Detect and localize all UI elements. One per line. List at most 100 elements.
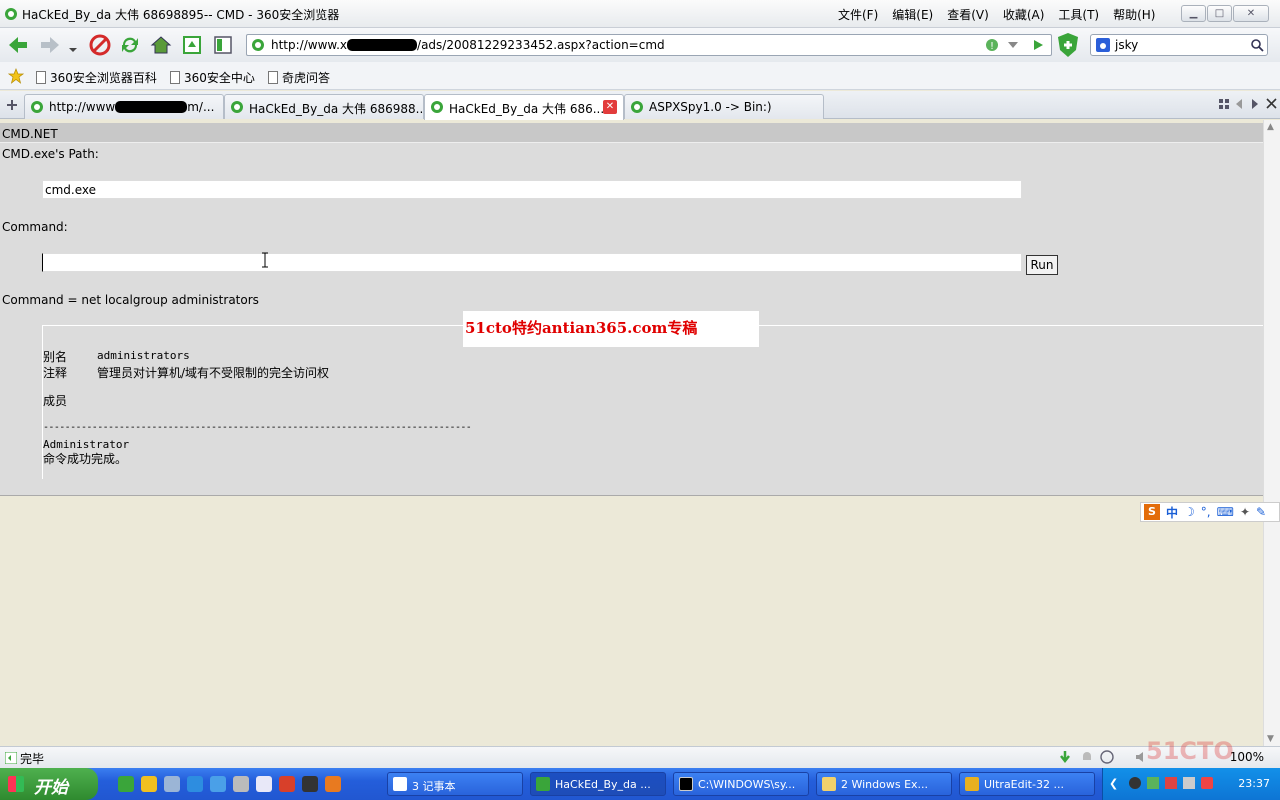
360-guard-icon[interactable] — [1056, 32, 1080, 58]
notification-icon[interactable] — [1080, 750, 1094, 764]
quicklaunch-app6-icon[interactable] — [233, 776, 249, 792]
favorite-link-1[interactable]: 360安全浏览器百科 — [36, 69, 157, 86]
status-text: 完毕 — [20, 752, 45, 766]
task-notepad[interactable]: 3 记事本 — [387, 772, 523, 796]
page-icon — [268, 71, 278, 84]
close-all-tabs-icon[interactable] — [1266, 98, 1277, 109]
address-bar[interactable]: http://www.x/ads/20081229233452.aspx?act… — [246, 34, 1052, 56]
task-explorer[interactable]: 2 Windows Ex... — [816, 772, 952, 796]
command-label: Command: — [2, 220, 68, 234]
comment-value: 管理员对计算机/域有不受限制的完全访问权 — [97, 366, 330, 380]
page-content: CMD.NET CMD.exe's Path: cmd.exe Command:… — [0, 120, 1280, 746]
restore-page-icon[interactable] — [180, 33, 204, 57]
address-url[interactable]: http://www.x/ads/20081229233452.aspx?act… — [271, 38, 665, 52]
tray-network-icon[interactable] — [1183, 777, 1195, 789]
url-dropdown-icon[interactable] — [1007, 41, 1019, 49]
ime-moon-icon[interactable]: ☽ — [1184, 505, 1195, 519]
quicklaunch-360browser-icon[interactable] — [118, 776, 134, 792]
close-window-button[interactable]: ✕ — [1233, 5, 1269, 22]
search-engine-icon[interactable] — [1096, 38, 1110, 52]
task-ultraedit[interactable]: UltraEdit-32 ... — [959, 772, 1095, 796]
tab-3-active[interactable]: HaCkEd_By_da 大伟 686... ✕ — [424, 94, 624, 120]
tab-grid-icon[interactable] — [1218, 98, 1230, 110]
quicklaunch-firefox-icon[interactable] — [325, 776, 341, 792]
favorites-star-icon[interactable] — [8, 68, 24, 84]
ime-mode-label[interactable]: 中 — [1166, 504, 1178, 521]
page-favicon-icon — [252, 39, 264, 51]
browser-icon — [536, 777, 550, 791]
back-icon[interactable] — [6, 33, 30, 57]
tray-app-icon[interactable] — [1147, 777, 1159, 789]
tray-antivirus-icon[interactable] — [1201, 777, 1213, 789]
menu-edit[interactable]: 编辑(E) — [892, 6, 933, 23]
close-tab-icon[interactable]: ✕ — [603, 100, 617, 114]
home-icon[interactable] — [149, 33, 173, 57]
tab-scroll-left-icon[interactable] — [1234, 98, 1244, 110]
system-tray: ❮ 23:37 — [1102, 768, 1280, 800]
page-icon — [170, 71, 180, 84]
history-dropdown-icon[interactable] — [66, 33, 80, 57]
ime-punct-label[interactable]: °, — [1201, 505, 1211, 519]
menu-favorites[interactable]: 收藏(A) — [1003, 6, 1045, 23]
tab-1[interactable]: http://www m/... — [24, 94, 224, 119]
ime-keyboard-icon[interactable]: ⌨ — [1217, 505, 1234, 519]
quicklaunch-qq-icon[interactable] — [302, 776, 318, 792]
command-input[interactable] — [42, 253, 1022, 272]
tray-security-icon[interactable] — [1165, 777, 1177, 789]
comment-key: 注释 — [43, 366, 68, 380]
redacted-domain — [347, 39, 418, 51]
new-tab-icon[interactable] — [5, 98, 19, 112]
stop-icon[interactable] — [88, 33, 112, 57]
menu-help[interactable]: 帮助(H) — [1113, 6, 1155, 23]
minimize-button[interactable]: ▁ — [1181, 5, 1206, 22]
maximize-button[interactable]: □ — [1207, 5, 1232, 22]
favorite-link-3[interactable]: 奇虎问答 — [268, 69, 330, 86]
vertical-scrollbar[interactable]: ▲ ▼ — [1263, 120, 1280, 746]
quicklaunch-app8-icon[interactable] — [279, 776, 295, 792]
search-input[interactable]: jsky — [1115, 38, 1138, 52]
cmd-path-input[interactable]: cmd.exe — [42, 180, 1022, 199]
quicklaunch-mycomputer-icon[interactable] — [164, 776, 180, 792]
scroll-down-icon[interactable]: ▼ — [1267, 734, 1274, 744]
cmd-panel: CMD.NET CMD.exe's Path: cmd.exe Command:… — [0, 123, 1263, 496]
command-echo: Command = net localgroup administrators — [2, 293, 259, 307]
task-browser[interactable]: HaCkEd_By_da ... — [530, 772, 666, 796]
download-icon[interactable] — [1058, 750, 1072, 764]
menu-tools[interactable]: 工具(T) — [1058, 6, 1099, 23]
redacted-domain — [115, 101, 188, 113]
tab-4[interactable]: ASPXSpy1.0 -> Bin:) — [624, 94, 824, 119]
search-box[interactable]: jsky — [1090, 34, 1268, 56]
search-icon[interactable] — [1250, 38, 1264, 52]
ime-tools-icon[interactable]: ✎ — [1256, 505, 1266, 519]
task-cmd[interactable]: C:\WINDOWS\sy... — [673, 772, 809, 796]
refresh-icon[interactable] — [118, 33, 142, 57]
menu-view[interactable]: 查看(V) — [947, 6, 989, 23]
sidebar-toggle-icon[interactable] — [211, 33, 235, 57]
tray-expand-icon[interactable]: ❮ — [1109, 777, 1118, 790]
zoom-level[interactable]: 100% — [1230, 750, 1264, 764]
tray-clock[interactable]: 23:37 — [1238, 777, 1270, 790]
quicklaunch-app7-icon[interactable] — [256, 776, 272, 792]
run-button[interactable]: Run — [1026, 255, 1058, 275]
quicklaunch-browser2-icon[interactable] — [141, 776, 157, 792]
ultraedit-icon — [965, 777, 979, 791]
sogou-ime-icon[interactable]: S — [1144, 504, 1160, 520]
ime-toolbar[interactable]: S 中 ☽ °, ⌨ ✦ ✎ — [1140, 502, 1280, 522]
go-icon[interactable] — [1030, 38, 1046, 52]
quicklaunch-app5-icon[interactable] — [210, 776, 226, 792]
page-done-icon — [5, 752, 17, 764]
scroll-up-icon[interactable]: ▲ — [1267, 122, 1274, 132]
svg-text:!: ! — [990, 41, 994, 52]
menu-file[interactable]: 文件(F) — [838, 6, 878, 23]
forward-icon[interactable] — [38, 33, 62, 57]
ime-skin-icon[interactable]: ✦ — [1240, 505, 1250, 519]
compass-icon[interactable] — [1100, 750, 1114, 764]
favorite-link-2[interactable]: 360安全中心 — [170, 69, 255, 86]
security-status-icon[interactable]: ! — [985, 38, 999, 52]
quicklaunch-ie-icon[interactable] — [187, 776, 203, 792]
tab-scroll-right-icon[interactable] — [1250, 98, 1260, 110]
tray-qq-icon[interactable] — [1129, 777, 1141, 789]
tab-2[interactable]: HaCkEd_By_da 大伟 686988... — [224, 94, 424, 119]
start-button[interactable]: 开始 — [0, 768, 98, 800]
page-icon — [36, 71, 46, 84]
